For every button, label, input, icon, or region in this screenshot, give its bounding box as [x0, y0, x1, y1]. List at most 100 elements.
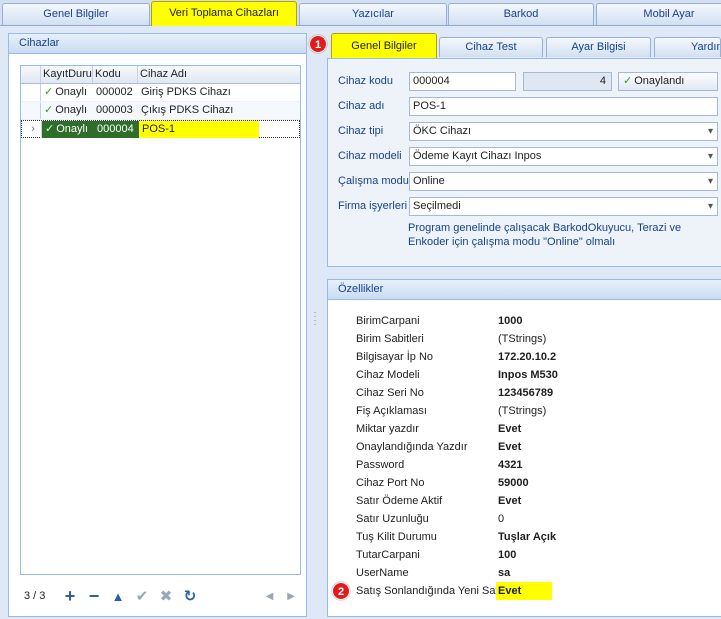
tab-genel-bilgiler-detail[interactable]: Genel Bilgiler: [331, 33, 437, 58]
device-type-label: Cihaz tipi: [338, 125, 384, 137]
property-value[interactable]: Evet: [496, 582, 552, 600]
property-key: Onaylandığında Yazdır: [356, 441, 468, 453]
add-record-icon[interactable]: +: [58, 585, 82, 607]
cancel-record-icon[interactable]: ✖: [154, 585, 178, 607]
column-header-status[interactable]: KayıtDurumu: [41, 66, 93, 83]
device-code-field[interactable]: 000004: [409, 72, 516, 91]
check-icon: ✓: [623, 75, 633, 87]
property-value[interactable]: (TStrings): [498, 330, 698, 348]
firm-workplaces-select[interactable]: Seçilmedi: [409, 197, 718, 216]
row-status-text: Onaylı: [55, 104, 88, 116]
property-row[interactable]: Onaylandığında Yazdır Evet: [348, 438, 721, 456]
callout-marker-1: 1: [309, 35, 327, 53]
delete-record-icon[interactable]: −: [82, 585, 106, 607]
property-key: Cihaz Seri No: [356, 387, 424, 399]
property-value[interactable]: Inpos M530: [498, 366, 698, 384]
splitter-handle[interactable]: · · · ·: [312, 308, 318, 329]
row-indicator: [21, 84, 41, 101]
property-key: Satır Ödeme Aktif: [356, 495, 443, 507]
property-value[interactable]: 59000: [498, 474, 698, 492]
tab-ayar-bilgisi[interactable]: Ayar Bilgisi: [546, 37, 651, 57]
properties-panel-title: Özellikler: [328, 280, 721, 300]
grid-navigator: 3 / 3 + − ▲ ✔ ✖ ↻ ◀ ▶: [20, 582, 301, 610]
property-value[interactable]: 123456789: [498, 384, 698, 402]
property-key: Password: [356, 459, 405, 471]
grid-header-indicator: [21, 66, 41, 83]
property-row[interactable]: Satır Uzunluğu 0: [348, 510, 721, 528]
property-key: BirimCarpani: [356, 315, 420, 327]
general-info-form: Cihaz kodu 000004 4 ✓ Onaylandı Cihaz adı…: [327, 58, 721, 267]
devices-panel: Cihazlar KayıtDurumu Kodu Cihaz Adı ✓Ona…: [8, 33, 307, 617]
property-row-selected[interactable]: Satış Sonlandığında Yeni Satır Evet: [348, 582, 721, 600]
tab-cihaz-test[interactable]: Cihaz Test: [439, 37, 543, 57]
row-indicator-arrow-icon: ›: [22, 121, 42, 138]
row-status-text: Onaylı: [56, 123, 89, 135]
device-name-field[interactable]: POS-1: [409, 97, 718, 116]
top-tab-strip: Genel Bilgiler Veri Toplama Cihazları Ya…: [0, 0, 721, 26]
move-up-icon[interactable]: ▲: [106, 585, 130, 607]
property-value[interactable]: Tuşlar Açık: [498, 528, 698, 546]
property-row[interactable]: Cihaz Modeli Inpos M530: [348, 366, 721, 384]
row-code: 000004: [94, 121, 139, 138]
property-key: Satır Uzunluğu: [356, 513, 429, 525]
table-row[interactable]: ✓ Onaylı 000002 Giriş PDKS Cihazı: [21, 84, 300, 102]
property-key: Fiş Açıklaması: [356, 405, 427, 417]
property-key: Bilgisayar İp No: [356, 351, 434, 363]
property-value[interactable]: 100: [498, 546, 698, 564]
tab-mobil-ayar[interactable]: Mobil Ayar: [596, 3, 721, 25]
row-indicator: [21, 102, 41, 119]
property-key: Satış Sonlandığında Yeni Satır: [356, 585, 496, 597]
devices-grid: KayıtDurumu Kodu Cihaz Adı ✓Onaylı 00000…: [20, 65, 301, 575]
tab-veri-toplama-cihazlari[interactable]: Veri Toplama Cihazları: [151, 1, 297, 26]
property-row[interactable]: Tuş Kilit Durumu Tuşlar Açık: [348, 528, 721, 546]
property-value[interactable]: 172.20.10.2: [498, 348, 698, 366]
property-value[interactable]: Evet: [498, 492, 698, 510]
row-code: 000002: [96, 86, 133, 98]
table-row[interactable]: ✓ Onaylı 000003 Çıkış PDKS Cihazı: [21, 102, 300, 120]
property-key: Tuş Kilit Durumu: [356, 531, 437, 543]
property-row[interactable]: Fiş Açıklaması (TStrings): [348, 402, 721, 420]
property-row[interactable]: Password 4321: [348, 456, 721, 474]
property-value[interactable]: 1000: [498, 312, 698, 330]
scroll-right-icon[interactable]: ▶: [287, 591, 295, 602]
property-row[interactable]: TutarCarpani 100: [348, 546, 721, 564]
device-type-select[interactable]: ÖKC Cihazı: [409, 122, 718, 141]
device-model-select[interactable]: Ödeme Kayıt Cihazı Inpos: [409, 147, 718, 166]
property-row[interactable]: Cihaz Seri No 123456789: [348, 384, 721, 402]
post-record-icon[interactable]: ✔: [130, 585, 154, 607]
property-row[interactable]: Birim Sabitleri (TStrings): [348, 330, 721, 348]
approved-button[interactable]: ✓ Onaylandı: [618, 72, 718, 91]
property-value[interactable]: (TStrings): [498, 402, 698, 420]
column-header-name[interactable]: Cihaz Adı: [138, 66, 300, 83]
scroll-left-icon[interactable]: ◀: [266, 591, 274, 602]
property-row[interactable]: BirimCarpani 1000: [348, 312, 721, 330]
row-name: POS-1: [139, 121, 259, 138]
row-status: ✓ Onaylı: [42, 121, 94, 138]
work-mode-note: Program genelinde çalışacak BarkodOkuyuc…: [408, 222, 682, 248]
tab-genel-bilgiler[interactable]: Genel Bilgiler: [2, 3, 150, 25]
column-header-code[interactable]: Kodu: [93, 66, 138, 83]
property-row[interactable]: Miktar yazdır Evet: [348, 420, 721, 438]
callout-marker-2: 2: [332, 582, 350, 600]
work-mode-select[interactable]: Online: [409, 172, 718, 191]
tab-yardim[interactable]: Yardım: [654, 37, 721, 57]
tab-yazicilar[interactable]: Yazıcılar: [299, 3, 447, 25]
property-value[interactable]: sa: [498, 564, 698, 582]
row-name: Çıkış PDKS Cihazı: [141, 104, 234, 116]
property-value[interactable]: 0: [498, 510, 698, 528]
property-row[interactable]: Cihaz Port No 59000: [348, 474, 721, 492]
property-value[interactable]: Evet: [498, 438, 698, 456]
row-status: ✓ Onaylı: [41, 102, 93, 119]
property-value[interactable]: Evet: [498, 420, 698, 438]
property-key: Cihaz Port No: [356, 477, 425, 489]
property-key: Miktar yazdır: [356, 423, 419, 435]
property-row[interactable]: UserName sa: [348, 564, 721, 582]
table-row-selected[interactable]: › ✓ Onaylı 000004 POS-1: [21, 120, 300, 138]
tab-barkod[interactable]: Barkod: [448, 3, 594, 25]
property-row[interactable]: Satır Ödeme Aktif Evet: [348, 492, 721, 510]
refresh-icon[interactable]: ↻: [178, 585, 202, 607]
horizontal-scroll[interactable]: ◀ ▶: [266, 591, 301, 602]
property-row[interactable]: Bilgisayar İp No 172.20.10.2: [348, 348, 721, 366]
property-value[interactable]: 4321: [498, 456, 698, 474]
row-status: ✓ Onaylı: [41, 84, 93, 101]
